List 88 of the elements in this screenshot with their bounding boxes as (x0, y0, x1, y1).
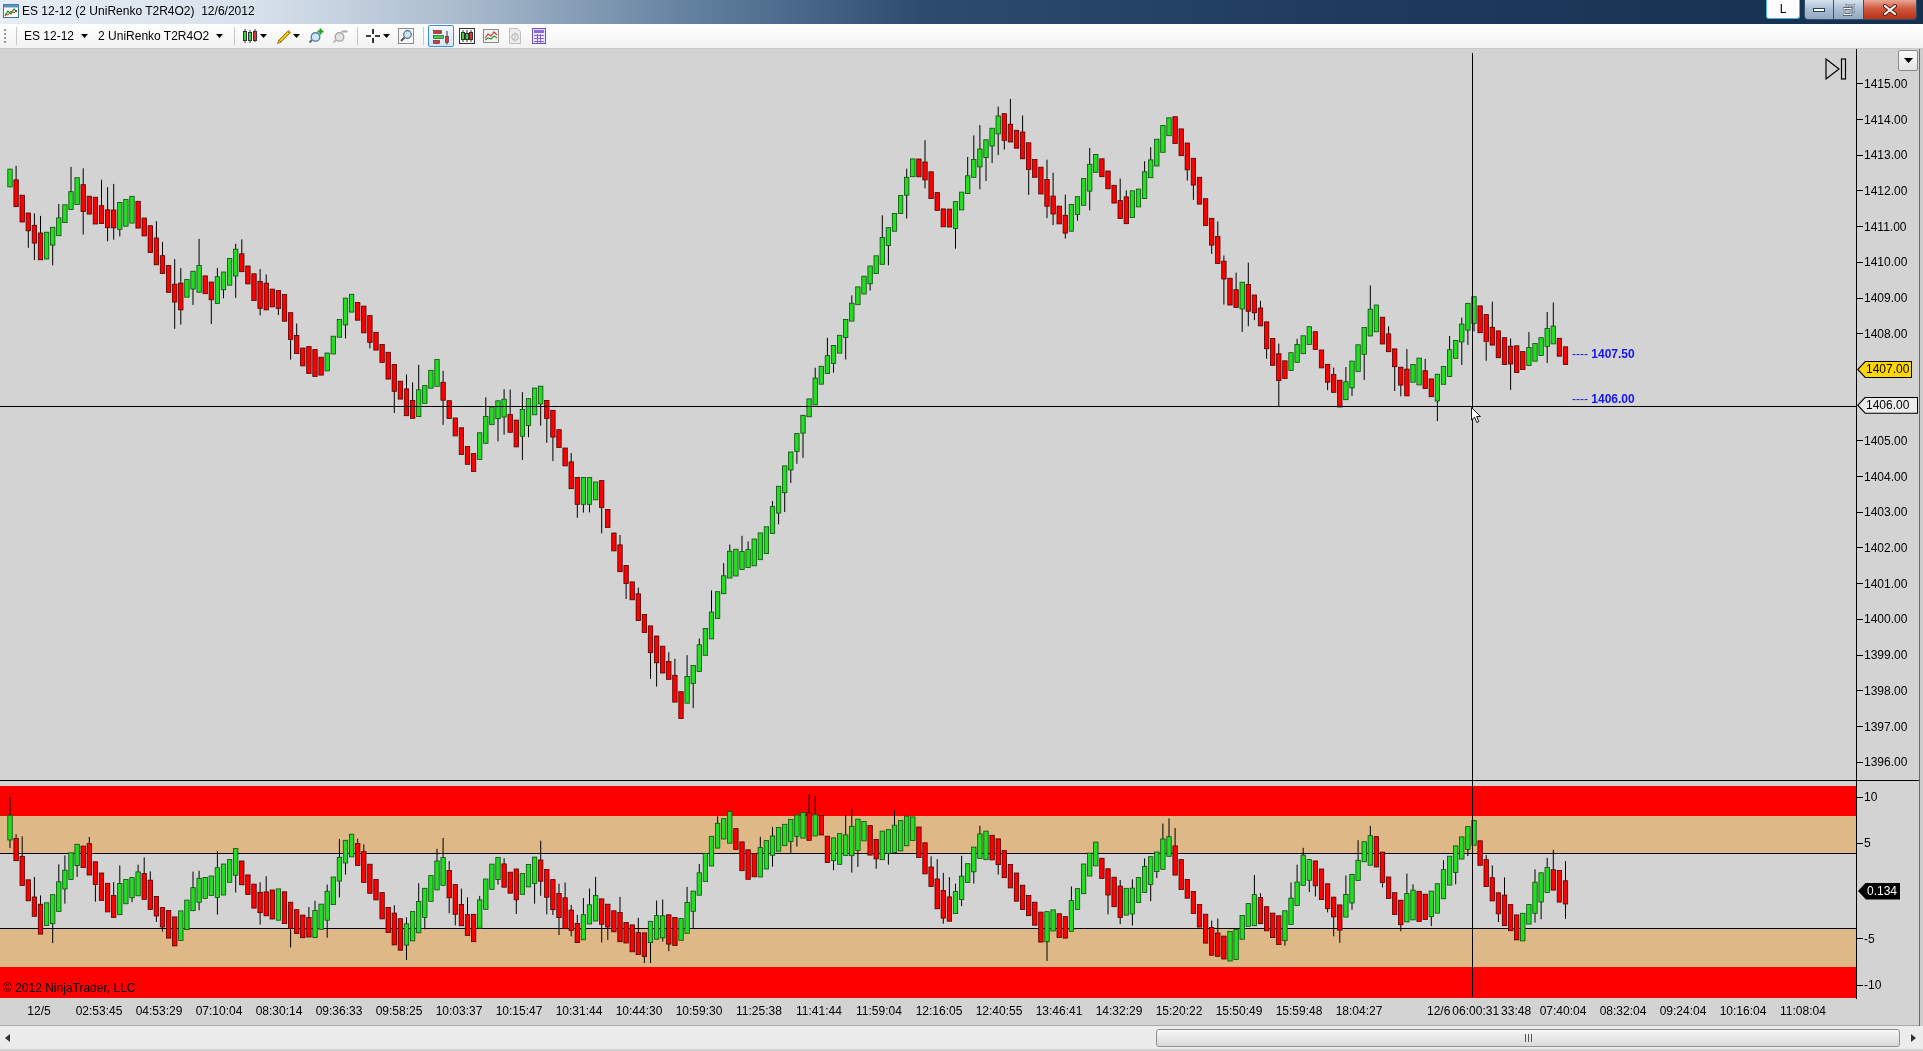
caret-icon[interactable] (1903, 58, 1913, 63)
close-button[interactable] (1864, 0, 1917, 20)
time-axis-label: 10:31:44 (555, 1003, 603, 1018)
chart-menu-button[interactable] (1898, 50, 1918, 71)
price-axis-label: 1399.00 (1864, 648, 1908, 663)
skip-to-end-icon[interactable] (1825, 58, 1847, 80)
caret-icon[interactable] (81, 34, 89, 38)
time-axis-label: 12:40:55 (975, 1003, 1023, 1018)
price-axis-label: 1396.00 (1864, 755, 1908, 770)
scroll-left-icon[interactable] (5, 1033, 10, 1042)
restore-button[interactable] (1834, 0, 1864, 20)
price-axis-label: 1413.00 (1864, 148, 1908, 163)
price-axis-label: 1412.00 (1864, 183, 1908, 198)
price-axis-label: 1414.00 (1864, 112, 1908, 127)
price-axis-label: 1403.00 (1864, 505, 1908, 520)
time-axis-label: 07:40:04 (1539, 1003, 1587, 1018)
price-axis-label: 1404.00 (1864, 469, 1908, 484)
time-axis-label: 10:44:30 (615, 1003, 663, 1018)
time-axis-label: 15:20:22 (1155, 1003, 1203, 1018)
price-axis-label: 1400.00 (1864, 612, 1908, 627)
time-axis-label: 33:48 (1501, 1003, 1532, 1018)
minimize-icon[interactable] (1813, 7, 1825, 12)
time-axis-label: 15:59:48 (1275, 1003, 1323, 1018)
time-axis-label: 10:03:37 (435, 1003, 483, 1018)
current-value-label: 0.134 (1858, 882, 1901, 900)
time-axis-label: 02:53:45 (75, 1003, 123, 1018)
restore-icon[interactable] (1842, 3, 1855, 16)
candlestick-icon[interactable] (242, 28, 259, 44)
price-level-label: ---- 1406.00 (1572, 393, 1635, 405)
price-axis-label: 1405.00 (1864, 433, 1908, 448)
time-axis-label: 18:04:27 (1335, 1003, 1383, 1018)
time-axis-label: 09:24:04 (1659, 1003, 1707, 1018)
cursor-icon (1471, 407, 1481, 423)
crosshair-icon[interactable] (365, 28, 382, 44)
time-axis-label: 10:16:04 (1719, 1003, 1767, 1018)
chart-app-icon (3, 4, 19, 18)
time-axis-label: 15:50:49 (1215, 1003, 1263, 1018)
time-axis-label: 12/5 (27, 1003, 51, 1018)
time-axis-label: 13:46:41 (1035, 1003, 1083, 1018)
price-level-label: ---- 1407.50 (1572, 348, 1635, 360)
grip-icon[interactable] (1524, 1033, 1532, 1042)
oscillator-axis-label: 5 (1864, 836, 1871, 851)
last-price-label: 1407.00 (1857, 360, 1913, 378)
price-axis-label: 1410.00 (1864, 255, 1908, 270)
time-axis-label: 09:58:25 (375, 1003, 423, 1018)
copyright-text: © 2012 NinjaTrader, LLC (3, 981, 136, 995)
caret-icon[interactable] (383, 34, 391, 38)
caption-button[interactable]: L (1766, 0, 1800, 19)
time-axis-label: 12/6 (1427, 1003, 1451, 1018)
price-axis-label: 1408.00 (1864, 326, 1908, 341)
bar-type-dropdown[interactable]: 2 UniRenko T2R4O2 (95, 25, 227, 47)
price-axis-label: 1397.00 (1864, 719, 1908, 734)
close-icon[interactable] (1883, 3, 1897, 16)
price-axis-label: 1401.00 (1864, 576, 1908, 591)
window-title: ES 12-12 (2 UniRenko T2R4O2) 12/6/2012 (22, 3, 255, 20)
price-axis-label: 1409.00 (1864, 291, 1908, 306)
price-axis-label: 1415.00 (1864, 76, 1908, 91)
price-axis-label: 1398.00 (1864, 683, 1908, 698)
oscillator-axis-label: -5 (1864, 931, 1875, 946)
price-axis-label: 1402.00 (1864, 541, 1908, 555)
oscillator-axis-label: 10 (1864, 790, 1878, 804)
scrollbar-thumb[interactable] (1156, 1028, 1900, 1047)
price-axis-label: 1411.00 (1864, 219, 1907, 234)
horizontal-scrollbar[interactable] (0, 1026, 1923, 1049)
time-axis-label: 10:15:47 (495, 1003, 543, 1018)
scroll-right-icon[interactable] (1911, 1033, 1916, 1042)
pencil-icon[interactable] (275, 28, 292, 44)
caret-icon[interactable] (293, 34, 301, 38)
time-axis-label: 09:36:33 (315, 1003, 363, 1018)
time-axis-label: 07:10:04 (195, 1003, 243, 1018)
time-axis-label: 06:00:31 (1452, 1003, 1500, 1018)
minimize-button[interactable] (1804, 0, 1834, 20)
time-axis-label: 04:53:29 (135, 1003, 183, 1018)
instrument-dropdown[interactable]: ES 12-12 (21, 25, 92, 47)
time-axis-label: 11:08:04 (1780, 1003, 1826, 1018)
caret-icon[interactable] (216, 34, 224, 38)
time-axis-label: 14:32:29 (1095, 1003, 1143, 1018)
crosshair-price-label: 1406.00 (1857, 396, 1919, 414)
caret-icon[interactable] (260, 34, 268, 38)
time-axis-label: 11:59:04 (856, 1003, 902, 1018)
time-axis-label: 08:32:04 (1599, 1003, 1647, 1018)
oscillator-axis-label: -10 (1864, 978, 1882, 992)
time-axis-label: 08:30:14 (255, 1003, 303, 1018)
time-axis-label: 10:59:30 (675, 1003, 723, 1018)
grip-icon[interactable] (3, 28, 7, 44)
time-axis-label: 11:41:44 (796, 1003, 842, 1018)
time-axis-label: 11:25:38 (736, 1003, 782, 1018)
time-axis-label: 12:16:05 (915, 1003, 963, 1018)
